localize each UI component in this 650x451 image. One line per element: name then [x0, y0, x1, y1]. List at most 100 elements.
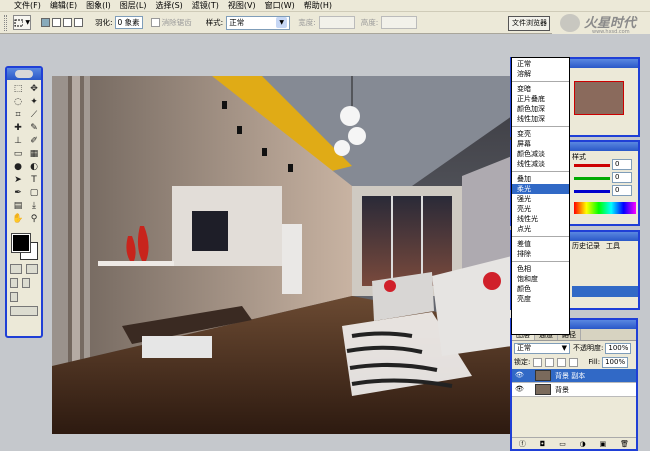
blue-slider[interactable]: [574, 190, 610, 193]
eye-icon[interactable]: 👁: [514, 384, 525, 395]
layer-row[interactable]: 👁 背景: [512, 383, 636, 397]
magic-wand-icon[interactable]: ✦: [27, 96, 41, 108]
menu-filter[interactable]: 滤镜(T): [192, 0, 219, 11]
blue-value[interactable]: 0: [612, 185, 632, 196]
green-value[interactable]: 0: [612, 172, 632, 183]
blend-option[interactable]: 颜色: [512, 284, 569, 294]
menu-file[interactable]: 文件(F): [14, 0, 41, 11]
menu-image[interactable]: 图象(I): [86, 0, 111, 11]
blend-option[interactable]: 亮度: [512, 294, 569, 304]
path-select-icon[interactable]: ➤: [11, 174, 25, 186]
crop-tool-icon[interactable]: ⌗: [11, 109, 25, 121]
blend-option[interactable]: 线性减淡: [512, 159, 569, 169]
blend-option[interactable]: 点光: [512, 224, 569, 234]
layer-style-icon[interactable]: ⓕ: [519, 439, 526, 449]
pen-tool-icon[interactable]: ✒: [11, 187, 25, 199]
new-layer-icon[interactable]: ▣: [600, 440, 607, 448]
blend-option[interactable]: 变暗: [512, 84, 569, 94]
blend-option[interactable]: 叠加: [512, 174, 569, 184]
marquee-tool-preset[interactable]: ▼: [13, 15, 31, 30]
menu-select[interactable]: 选择(S): [155, 0, 182, 11]
menu-view[interactable]: 视图(V): [228, 0, 256, 11]
quickmask-mode-icon[interactable]: [26, 264, 38, 274]
menu-window[interactable]: 窗口(W): [265, 0, 295, 11]
type-tool-icon[interactable]: T: [27, 174, 41, 186]
blend-option[interactable]: 屏幕: [512, 139, 569, 149]
subtract-selection-icon[interactable]: [63, 18, 72, 27]
antialias-checkbox[interactable]: [150, 18, 160, 27]
eye-icon[interactable]: 👁: [514, 370, 525, 381]
blur-tool-icon[interactable]: ●: [11, 161, 25, 173]
blend-mode-dropdown[interactable]: 正常 溶解 变暗 正片叠底 颜色加深 线性加深 变亮 屏幕 颜色减淡 线性减淡 …: [511, 57, 570, 335]
blend-option-selected[interactable]: 柔光: [512, 184, 569, 194]
blend-option[interactable]: 色相: [512, 264, 569, 274]
shape-tool-icon[interactable]: ▢: [27, 187, 41, 199]
lock-transparency-icon[interactable]: [533, 357, 543, 367]
blend-option[interactable]: 线性加深: [512, 114, 569, 124]
gradient-tool-icon[interactable]: ▦: [27, 148, 41, 160]
lasso-tool-icon[interactable]: ◌: [11, 96, 25, 108]
red-value[interactable]: 0: [612, 159, 632, 170]
green-slider[interactable]: [574, 177, 610, 180]
lock-position-icon[interactable]: [557, 357, 567, 367]
blend-option[interactable]: 颜色减淡: [512, 149, 569, 159]
options-grip[interactable]: [4, 14, 7, 31]
mask-icon[interactable]: ◘: [540, 440, 546, 448]
navigator-thumbnail[interactable]: [574, 81, 624, 115]
history-selected-row[interactable]: [572, 286, 638, 297]
blend-option[interactable]: 变亮: [512, 129, 569, 139]
jump-to-imageready-icon[interactable]: [10, 306, 38, 316]
intersect-selection-icon[interactable]: [74, 18, 83, 27]
red-slider[interactable]: [574, 164, 610, 167]
lock-image-icon[interactable]: [545, 357, 555, 367]
blend-option[interactable]: 颜色加深: [512, 104, 569, 114]
file-browser-button[interactable]: 文件浏览器: [508, 16, 550, 31]
standard-mode-icon[interactable]: [10, 264, 22, 274]
healing-brush-icon[interactable]: ✚: [11, 122, 25, 134]
brush-tool-icon[interactable]: ✎: [27, 122, 41, 134]
marquee-tool-icon[interactable]: ⬚: [11, 83, 25, 95]
toolbox-header[interactable]: [7, 68, 41, 80]
new-selection-icon[interactable]: [41, 18, 50, 27]
document-canvas[interactable]: [52, 76, 512, 434]
layer-blend-select[interactable]: 正常 ▼: [514, 342, 570, 354]
lock-all-icon[interactable]: [569, 357, 579, 367]
blend-option[interactable]: 差值: [512, 239, 569, 249]
foreground-color[interactable]: [11, 233, 31, 253]
add-selection-icon[interactable]: [52, 18, 61, 27]
height-input[interactable]: [381, 16, 418, 29]
hand-tool-icon[interactable]: ✋: [11, 213, 25, 225]
blend-option[interactable]: 亮光: [512, 204, 569, 214]
menu-help[interactable]: 帮助(H): [304, 0, 332, 11]
menu-layer[interactable]: 图层(L): [120, 0, 147, 11]
style-select[interactable]: 正常 ▼: [226, 15, 291, 30]
adjustment-icon[interactable]: ◑: [580, 440, 586, 448]
width-input[interactable]: [318, 16, 355, 29]
tab-tools[interactable]: 工具: [606, 241, 620, 251]
blend-option[interactable]: 线性光: [512, 214, 569, 224]
feather-input[interactable]: 0 象素: [114, 16, 143, 29]
stamp-tool-icon[interactable]: ⊥: [11, 135, 25, 147]
color-tab-style[interactable]: 样式: [572, 152, 586, 162]
blend-option[interactable]: 正常: [512, 59, 569, 69]
blend-option[interactable]: 强光: [512, 194, 569, 204]
trash-icon[interactable]: 🗑: [620, 440, 629, 448]
screen-mode-2-icon[interactable]: [22, 278, 30, 288]
color-ramp[interactable]: [574, 202, 636, 214]
eyedropper-icon[interactable]: ⤓: [27, 200, 41, 212]
eraser-tool-icon[interactable]: ▭: [11, 148, 25, 160]
move-tool-icon[interactable]: ✥: [27, 83, 41, 95]
new-set-icon[interactable]: ▭: [559, 440, 566, 448]
blend-option[interactable]: 正片叠底: [512, 94, 569, 104]
blend-option[interactable]: 饱和度: [512, 274, 569, 284]
opacity-input[interactable]: 100%: [605, 342, 632, 354]
blend-option[interactable]: 溶解: [512, 69, 569, 79]
menu-edit[interactable]: 编辑(E): [50, 0, 77, 11]
screen-mode-3-icon[interactable]: [10, 292, 18, 302]
blend-option[interactable]: 排除: [512, 249, 569, 259]
history-brush-icon[interactable]: ✐: [27, 135, 41, 147]
tab-history[interactable]: 历史记录: [572, 241, 600, 251]
slice-tool-icon[interactable]: ⟋: [27, 109, 41, 121]
dodge-tool-icon[interactable]: ◐: [27, 161, 41, 173]
layer-row-selected[interactable]: 👁 背景 副本: [512, 369, 636, 383]
